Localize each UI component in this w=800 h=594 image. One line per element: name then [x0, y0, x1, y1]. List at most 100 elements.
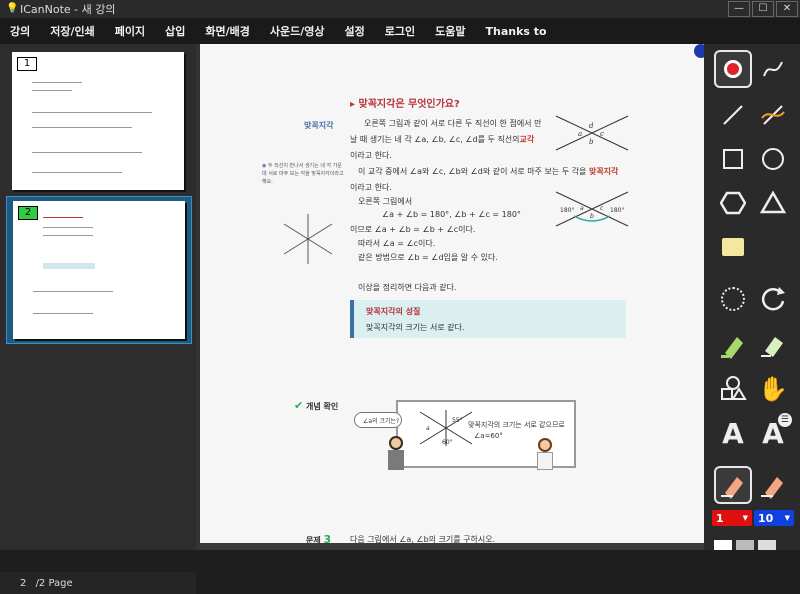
property-title: 맞꼭지각의 성질	[366, 307, 421, 316]
board-label-60: 60°	[442, 439, 453, 446]
page-thumbnail-2[interactable]: 2	[6, 196, 192, 344]
record-tool[interactable]	[714, 50, 752, 88]
pen-tool[interactable]	[714, 466, 752, 504]
property-text: 맞꼭지각의 크기는 서로 같다.	[366, 323, 465, 332]
chevron-down-icon: ▼	[742, 514, 748, 522]
dotted-circle-icon	[721, 287, 745, 311]
text-tool[interactable]: A	[714, 414, 752, 452]
paragraph-2: 이 교각 중에서 ∠a와 ∠c, ∠b와 ∠d와 같이 서로 마주 보는 두 각…	[358, 167, 619, 176]
minimize-button[interactable]: —	[728, 1, 750, 17]
fig2-label-180-left: 180°	[560, 207, 574, 214]
menu-bar: 강의 저장/인쇄 페이지 삽입 화면/배경 사운드/영상 설정 로그인 도움말 …	[0, 18, 800, 44]
circle-tool[interactable]	[754, 140, 792, 178]
intersect-line-tool[interactable]	[754, 96, 792, 134]
pen-color-select[interactable]: 1 ▼	[712, 510, 752, 526]
menu-login[interactable]: 로그인	[375, 23, 425, 39]
eraser-icon	[761, 337, 783, 357]
total-pages: /2 Page	[35, 578, 73, 589]
menu-page[interactable]: 페이지	[105, 23, 155, 39]
board-equation: ∠a=60°	[474, 432, 503, 440]
maximize-button[interactable]: ☐	[752, 1, 774, 17]
app-icon: 💡	[6, 3, 19, 14]
pen-icon	[721, 477, 743, 499]
board-label-a: a	[426, 425, 430, 432]
document-page[interactable]: ▸ 맞꼭지각은 무엇인가요? 맞꼭지각 ◉ 두 직선이 만나서 생기는 네 각 …	[200, 44, 704, 550]
paragraph-3: 오른쪽 그림에서	[358, 197, 413, 206]
section-heading: ▸ 맞꼭지각은 무엇인가요?	[350, 99, 460, 110]
gray-swatch[interactable]	[736, 540, 754, 550]
equation-3: 따라서 ∠a = ∠c이다.	[358, 239, 436, 248]
square-icon	[723, 149, 743, 169]
line-tool[interactable]	[714, 96, 752, 134]
shape-group-tool[interactable]	[714, 370, 752, 408]
hand-icon: ✋	[758, 375, 788, 403]
menu-insert[interactable]: 삽입	[155, 23, 195, 39]
window-title: ICanNote - 새 강의	[20, 3, 116, 16]
fig2-label-b: b	[590, 213, 594, 220]
pen-color-value: 1	[716, 511, 724, 525]
menu-save-print[interactable]: 저장/인쇄	[40, 23, 105, 39]
tool-panel: ✋ A A ☰ 1 ▼ 10 ▼	[704, 44, 800, 550]
concept-check-label: ✔ 개념 확인	[294, 399, 339, 412]
text-list-icon: A ☰	[762, 412, 792, 450]
freehand-curve-icon	[763, 61, 783, 77]
pan-hand-tool[interactable]: ✋	[754, 370, 792, 408]
text-a-icon: A	[722, 416, 744, 450]
marker-icon	[761, 477, 783, 499]
eraser-tool[interactable]	[754, 326, 792, 364]
teacher-character	[386, 436, 406, 472]
white-swatch[interactable]	[714, 540, 732, 550]
line-icon	[723, 105, 743, 125]
equation-2: 이므로 ∠a + ∠b = ∠b + ∠c이다.	[350, 225, 476, 234]
triangle-tool[interactable]	[754, 184, 792, 222]
light-swatch[interactable]	[758, 540, 776, 550]
title-bar: 💡 ICanNote - 새 강의 — ☐ ✕	[0, 0, 800, 18]
menu-lecture[interactable]: 강의	[0, 23, 40, 39]
equation-1: ∠a + ∠b = 180°, ∠b + ∠c = 180°	[382, 210, 521, 219]
horizontal-scrollbar[interactable]	[200, 543, 704, 550]
chevron-down-icon: ▼	[784, 514, 790, 522]
marker-tool[interactable]	[754, 466, 792, 504]
paragraph-1b: 날 때 생기는 네 각 ∠a, ∠b, ∠c, ∠d를 두 직선의교각	[350, 135, 535, 144]
menu-sound-video[interactable]: 사운드/영상	[260, 23, 335, 39]
page-thumbnail-1[interactable]: 1	[6, 48, 192, 196]
page-number-badge: 2	[18, 206, 38, 220]
fig1-label-d: d	[589, 122, 594, 130]
refresh-tool[interactable]	[754, 280, 792, 318]
side-note: ◉ 두 직선이 만나서 생기는 네 각 가운데 서로 마주 보는 각을 맞꼭지각…	[262, 163, 344, 185]
sticky-note-tool[interactable]	[714, 228, 752, 266]
page-thumbnail-panel: 1 2 2 /2 Page	[0, 44, 196, 594]
thumbnail-paper: 1	[12, 52, 184, 190]
lasso-select-tool[interactable]	[714, 280, 752, 318]
paragraph-1: 오른쪽 그림과 같이 서로 다른 두 직선이 한 점에서 만	[364, 119, 542, 128]
fig2-label-c: c	[600, 205, 604, 212]
side-figure	[283, 214, 333, 264]
triangle-icon	[760, 190, 786, 214]
side-label: 맞꼭지각	[304, 121, 334, 130]
menu-settings[interactable]: 설정	[335, 23, 375, 39]
record-icon	[724, 60, 742, 78]
fig2-label-180-right: 180°	[610, 207, 624, 214]
menu-thanks-to[interactable]: Thanks to	[476, 25, 557, 38]
close-button[interactable]: ✕	[776, 1, 798, 17]
freehand-tool[interactable]	[754, 50, 792, 88]
pen-size-select[interactable]: 10 ▼	[754, 510, 794, 526]
question-icon: ◉	[262, 163, 267, 169]
menu-help[interactable]: 도움말	[425, 23, 475, 39]
rectangle-tool[interactable]	[714, 140, 752, 178]
highlighter-tool[interactable]	[714, 326, 752, 364]
menu-screen-background[interactable]: 화면/배경	[195, 23, 260, 39]
fig2-label-a: a	[580, 205, 584, 212]
refresh-icon	[761, 287, 785, 311]
board-text: 맞꼭지각의 크기는 서로 같으므로	[468, 421, 565, 429]
speech-bubble: ∠a의 크기는?	[354, 412, 402, 428]
text-format-tool[interactable]: A ☰	[754, 412, 792, 452]
whiteboard-figure: a 55° 60°	[419, 410, 473, 446]
pen-size-value: 10	[758, 511, 774, 525]
paragraph-1c: 이라고 한다.	[350, 151, 392, 160]
page-indicator: 2 /2 Page	[0, 572, 196, 594]
hexagon-tool[interactable]	[714, 184, 752, 222]
equation-4: 같은 방법으로 ∠b = ∠d임을 알 수 있다.	[358, 253, 498, 262]
paragraph-4: 이상을 정리하면 다음과 같다.	[358, 283, 457, 292]
color-swatch-row	[714, 540, 792, 550]
